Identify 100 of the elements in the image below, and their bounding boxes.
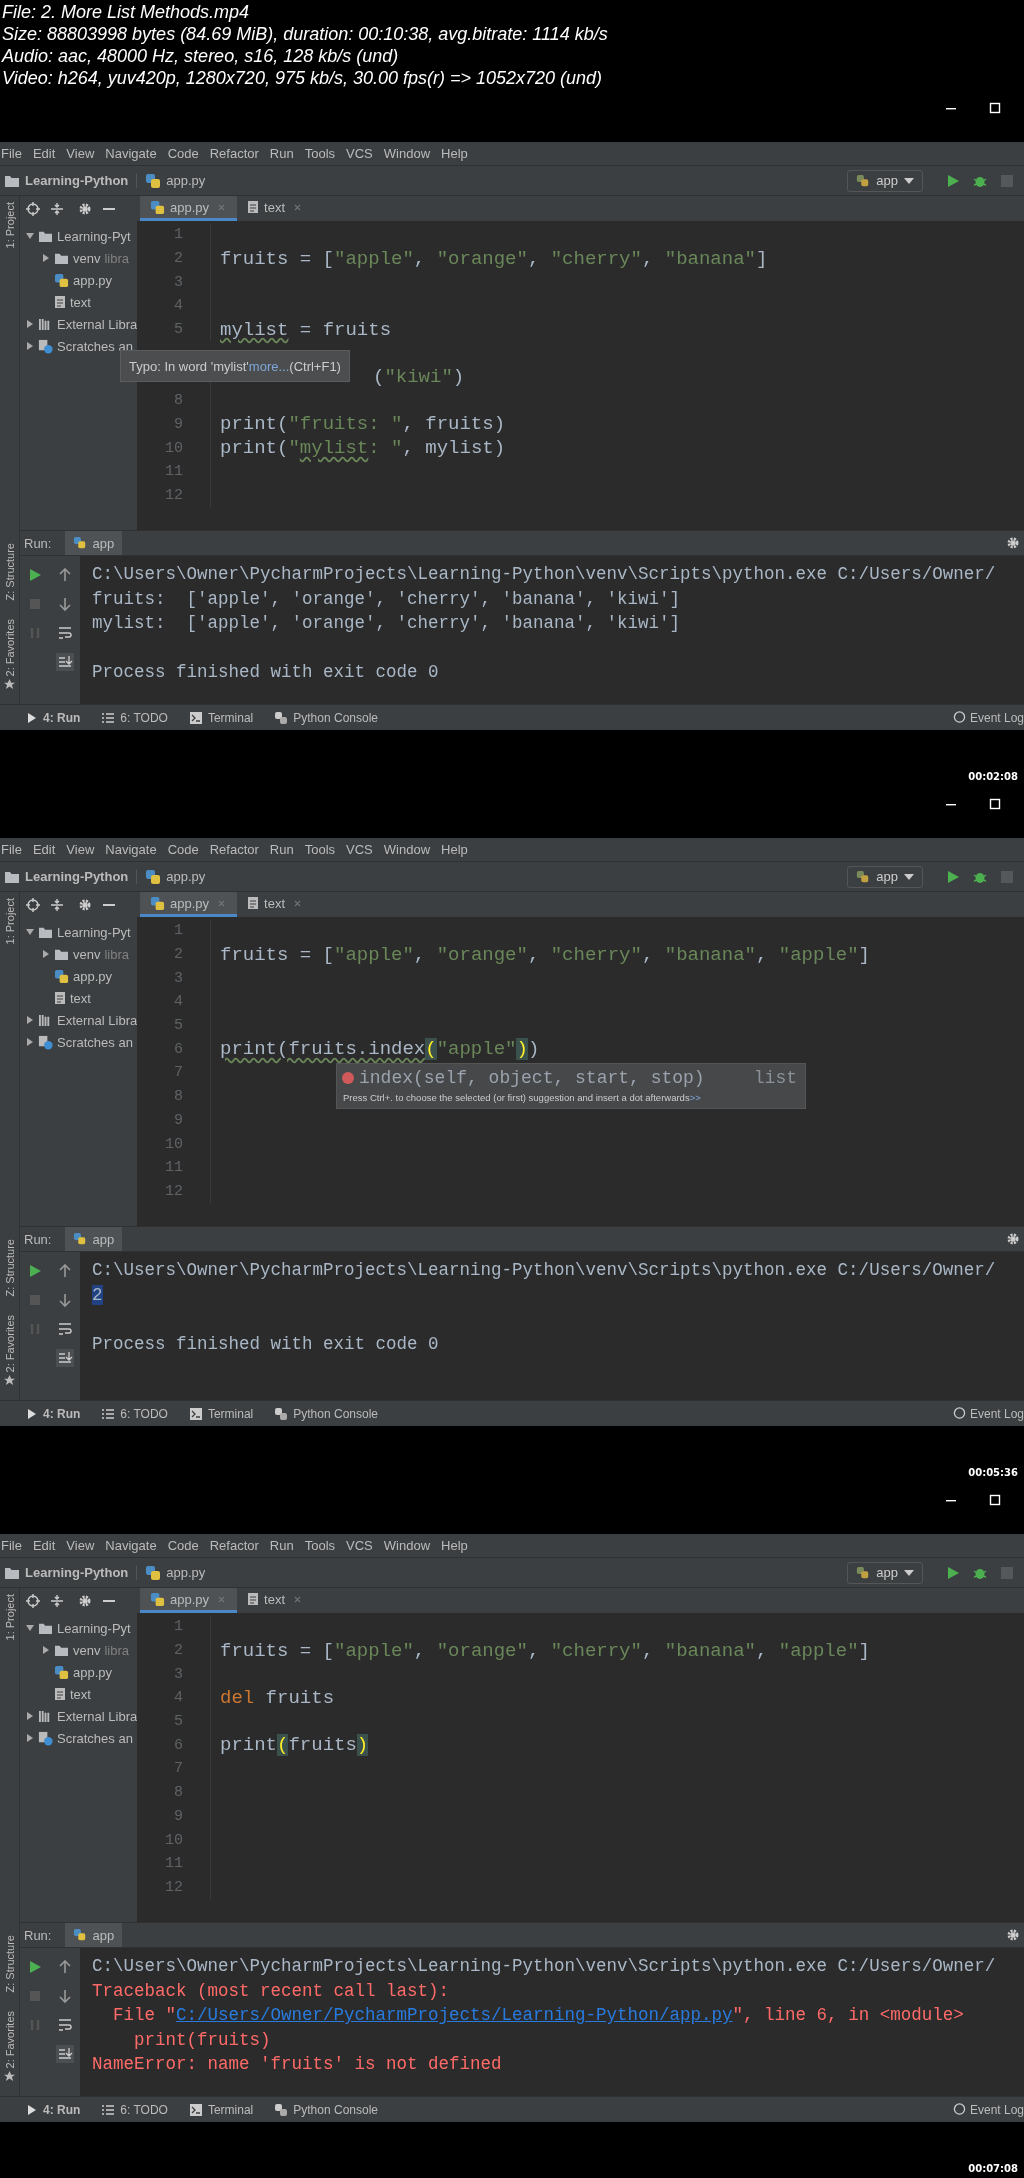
side-tab[interactable]: 1: Project	[3, 1594, 16, 1641]
tree-item[interactable]: app.py	[20, 269, 137, 291]
menu-item[interactable]: Tools	[304, 1538, 336, 1553]
menu-item[interactable]: VCS	[346, 842, 373, 857]
tool-window-tab[interactable]: 6: TODO	[102, 710, 168, 725]
up-arrow-icon[interactable]	[58, 567, 72, 582]
editor-tab[interactable]: text	[237, 1588, 313, 1613]
editor-tab[interactable]: text	[237, 892, 313, 917]
expand-arrow-icon[interactable]	[26, 1016, 34, 1024]
menu-item[interactable]: View	[66, 146, 95, 161]
editor-tab[interactable]: app.py	[140, 1588, 238, 1613]
tree-item[interactable]: text	[20, 987, 137, 1009]
collapse-icon[interactable]	[50, 1593, 64, 1608]
settings-icon[interactable]	[78, 1593, 92, 1608]
menu-item[interactable]: Help	[441, 1538, 468, 1553]
expand-arrow-icon[interactable]	[26, 1038, 34, 1046]
tool-window-tab[interactable]: 6: TODO	[102, 1406, 168, 1421]
expand-arrow-icon[interactable]	[42, 950, 50, 958]
tool-window-tab[interactable]: Terminal	[189, 2102, 254, 2117]
menu-item[interactable]: Edit	[32, 842, 56, 857]
side-tab[interactable]: Z: Structure	[3, 543, 16, 601]
tree-item[interactable]: text	[20, 291, 137, 313]
expand-arrow-icon[interactable]	[26, 928, 34, 936]
tree-item[interactable]: venv libra	[20, 1639, 137, 1661]
event-log-tab[interactable]: Event Log	[952, 2102, 1024, 2117]
tool-window-tab[interactable]: 6: TODO	[102, 2102, 168, 2117]
run-icon[interactable]	[28, 1263, 42, 1278]
menu-item[interactable]: Refactor	[209, 146, 259, 161]
menu-item[interactable]: File	[1, 1538, 22, 1553]
run-tab[interactable]: app	[65, 531, 123, 555]
run-tab[interactable]: app	[65, 1227, 123, 1251]
breadcrumb-file[interactable]: app.py	[166, 173, 206, 188]
menu-item[interactable]: File	[1, 842, 22, 857]
menu-item[interactable]: Code	[167, 146, 199, 161]
expand-arrow-icon[interactable]	[26, 232, 34, 240]
collapse-icon[interactable]	[50, 201, 64, 216]
scroll-to-end-icon[interactable]	[56, 1348, 74, 1367]
run-icon[interactable]	[946, 1565, 960, 1580]
collapse-icon[interactable]	[50, 897, 64, 912]
expand-arrow-icon[interactable]	[42, 254, 50, 262]
event-log-tab[interactable]: Event Log	[952, 1406, 1024, 1421]
menu-item[interactable]: File	[1, 146, 22, 161]
breadcrumb-file[interactable]: app.py	[166, 1565, 206, 1580]
side-tab[interactable]: 2: Favorites	[3, 2010, 16, 2068]
editor-tab[interactable]: app.py	[140, 196, 238, 221]
settings-icon[interactable]	[78, 897, 92, 912]
run-config-dropdown[interactable]: app	[847, 169, 923, 192]
breadcrumb-project[interactable]: Learning-Python	[25, 869, 129, 884]
expand-arrow-icon[interactable]	[42, 1646, 50, 1654]
expand-arrow-icon[interactable]	[26, 1712, 34, 1720]
menu-item[interactable]: Run	[269, 842, 294, 857]
tree-item[interactable]: venv libra	[20, 943, 137, 965]
tool-window-tab[interactable]: 4: Run	[27, 2102, 81, 2117]
side-tab[interactable]: 2: Favorites	[3, 1314, 16, 1372]
tree-item[interactable]: Learning-Pyt	[20, 225, 137, 247]
maximize-icon[interactable]	[989, 798, 1001, 810]
menu-item[interactable]: Refactor	[209, 842, 259, 857]
side-tab[interactable]: 2: Favorites	[3, 618, 16, 676]
menu-item[interactable]: VCS	[346, 146, 373, 161]
down-arrow-icon[interactable]	[58, 1988, 72, 2003]
tree-item[interactable]: External Libra	[20, 313, 137, 335]
run-icon[interactable]	[946, 869, 960, 884]
soft-wrap-icon[interactable]	[58, 2017, 72, 2032]
menu-item[interactable]: VCS	[346, 1538, 373, 1553]
run-config-dropdown[interactable]: app	[847, 1561, 923, 1584]
scroll-to-end-icon[interactable]	[56, 652, 74, 671]
crosshair-icon[interactable]	[26, 1593, 40, 1608]
tool-window-tab[interactable]: 4: Run	[27, 710, 81, 725]
menu-item[interactable]: Edit	[32, 146, 56, 161]
run-icon[interactable]	[946, 173, 960, 188]
tree-item[interactable]: Learning-Pyt	[20, 1617, 137, 1639]
maximize-icon[interactable]	[989, 102, 1001, 114]
menu-item[interactable]: Window	[383, 146, 431, 161]
expand-arrow-icon[interactable]	[26, 320, 34, 328]
tool-window-tab[interactable]: Terminal	[189, 710, 254, 725]
tool-window-tab[interactable]: 4: Run	[27, 1406, 81, 1421]
tool-window-tab[interactable]: Terminal	[189, 1406, 254, 1421]
menu-item[interactable]: Refactor	[209, 1538, 259, 1553]
breadcrumb-project[interactable]: Learning-Python	[25, 173, 129, 188]
tree-item[interactable]: app.py	[20, 965, 137, 987]
soft-wrap-icon[interactable]	[58, 625, 72, 640]
maximize-icon[interactable]	[989, 1494, 1001, 1506]
settings-icon[interactable]	[1006, 1232, 1020, 1246]
side-tab[interactable]: Z: Structure	[3, 1935, 16, 1993]
settings-icon[interactable]	[1006, 536, 1020, 550]
tool-window-tab[interactable]: Python Console	[275, 1406, 378, 1421]
editor-tab[interactable]: app.py	[140, 892, 238, 917]
tool-window-tab[interactable]: Python Console	[275, 710, 378, 725]
menu-item[interactable]: Tools	[304, 146, 336, 161]
crosshair-icon[interactable]	[26, 897, 40, 912]
breadcrumb-file[interactable]: app.py	[166, 869, 206, 884]
down-arrow-icon[interactable]	[58, 596, 72, 611]
expand-arrow-icon[interactable]	[26, 1624, 34, 1632]
tree-item[interactable]: External Libra	[20, 1705, 137, 1727]
crosshair-icon[interactable]	[26, 201, 40, 216]
scroll-to-end-icon[interactable]	[56, 2044, 74, 2063]
menu-item[interactable]: Edit	[32, 1538, 56, 1553]
menu-item[interactable]: Navigate	[105, 146, 157, 161]
side-tab[interactable]: 1: Project	[3, 898, 16, 945]
menu-item[interactable]: View	[66, 842, 95, 857]
